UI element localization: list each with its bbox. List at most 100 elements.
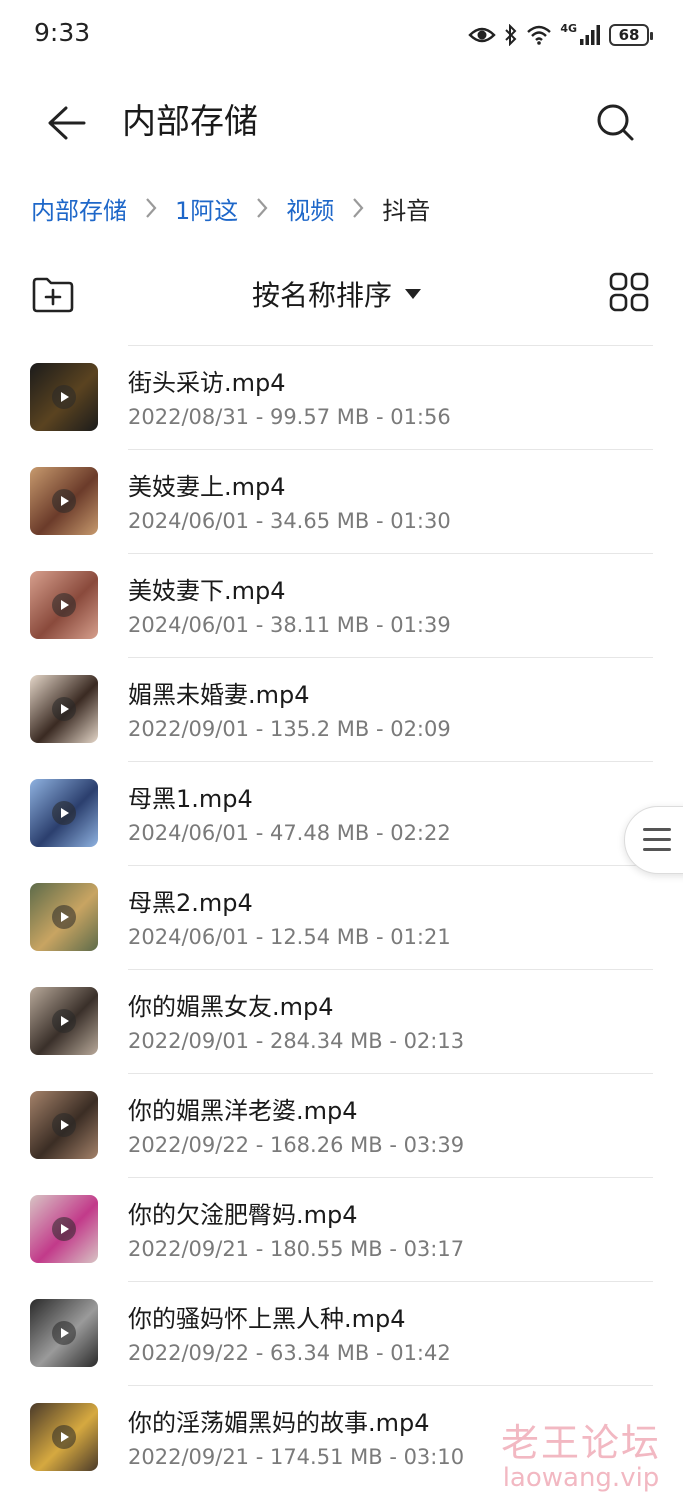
- video-thumbnail: [30, 987, 98, 1055]
- file-meta: 2024/06/01 - 34.65 MB - 01:30: [128, 509, 451, 533]
- file-name: 你的骚妈怀上黑人种.mp4: [128, 1305, 406, 1333]
- watermark-text: 老王论坛: [500, 1421, 661, 1465]
- breadcrumb-item-current: 抖音: [382, 196, 431, 225]
- eye-icon: [468, 27, 497, 43]
- status-bar: 9:33 4G 68: [0, 0, 683, 70]
- battery-level: 68: [618, 26, 640, 44]
- file-name: 美妓妻下.mp4: [128, 577, 286, 605]
- video-thumbnail: [30, 779, 98, 847]
- bluetooth-icon: [505, 24, 517, 46]
- file-meta: 2022/09/22 - 63.34 MB - 01:42: [128, 1341, 451, 1365]
- search-button[interactable]: [591, 98, 641, 148]
- play-icon: [52, 697, 76, 721]
- video-thumbnail: [30, 1299, 98, 1367]
- file-row[interactable]: 你的媚黑洋老婆.mp4 2022/09/22 - 168.26 MB - 03:3…: [0, 1073, 683, 1177]
- file-row[interactable]: 母黑2.mp4 2024/06/01 - 12.54 MB - 01:21: [0, 865, 683, 969]
- file-meta: 2022/09/22 - 168.26 MB - 03:39: [128, 1133, 465, 1157]
- row-divider: [128, 553, 653, 554]
- wifi-icon: [527, 25, 552, 45]
- menu-lines-icon: [643, 828, 671, 858]
- file-name: 街头采访.mp4: [128, 369, 286, 397]
- signal-icon: [580, 25, 600, 45]
- sort-button[interactable]: 按名称排序: [252, 270, 422, 318]
- play-icon: [52, 593, 76, 617]
- side-menu-handle[interactable]: [624, 806, 683, 874]
- battery-icon: 68: [609, 24, 653, 46]
- watermark-url: laowang.vip: [502, 1463, 660, 1493]
- row-divider: [128, 1385, 653, 1386]
- file-meta: 2022/09/21 - 174.51 MB - 03:10: [128, 1445, 465, 1469]
- search-icon: [597, 104, 634, 141]
- play-icon: [52, 1217, 76, 1241]
- file-meta: 2024/06/01 - 12.54 MB - 01:21: [128, 925, 451, 949]
- breadcrumb-item-folder[interactable]: 1阿这: [175, 191, 238, 226]
- row-divider: [128, 865, 653, 866]
- row-divider: [128, 657, 653, 658]
- chevron-right-icon: [344, 186, 372, 230]
- file-meta: 2024/06/01 - 47.48 MB - 02:22: [128, 821, 451, 845]
- row-divider: [128, 1281, 653, 1282]
- file-list: 街头采访.mp4 2022/08/31 - 99.57 MB - 01:56 美妓妻…: [0, 345, 683, 1489]
- file-row[interactable]: 媚黑未婚妻.mp4 2022/09/01 - 135.2 MB - 02:09: [0, 657, 683, 761]
- video-thumbnail: [30, 363, 98, 431]
- play-icon: [52, 1321, 76, 1345]
- video-thumbnail: [30, 467, 98, 535]
- file-meta: 2024/06/01 - 38.11 MB - 01:39: [128, 613, 451, 637]
- row-divider: [128, 969, 653, 970]
- network-label: 4G: [560, 21, 577, 35]
- sort-label: 按名称排序: [252, 279, 393, 312]
- breadcrumb-item-internal-storage[interactable]: 内部存储: [31, 191, 127, 226]
- toolbar: 按名称排序: [0, 262, 683, 326]
- file-meta: 2022/09/21 - 180.55 MB - 03:17: [128, 1237, 465, 1261]
- file-name: 你的欠淦肥臀妈.mp4: [128, 1201, 358, 1229]
- file-row[interactable]: 美妓妻上.mp4 2024/06/01 - 34.65 MB - 01:30: [0, 449, 683, 553]
- row-divider: [128, 449, 653, 450]
- folder-plus-icon: [32, 277, 74, 313]
- play-icon: [52, 489, 76, 513]
- row-divider: [128, 761, 653, 762]
- file-meta: 2022/08/31 - 99.57 MB - 01:56: [128, 405, 451, 429]
- video-thumbnail: [30, 571, 98, 639]
- row-divider: [128, 1177, 653, 1178]
- status-icons: 4G 68: [468, 18, 653, 52]
- chevron-right-icon: [248, 186, 276, 230]
- file-row[interactable]: 你的欠淦肥臀妈.mp4 2022/09/21 - 180.55 MB - 03:1…: [0, 1177, 683, 1281]
- back-button[interactable]: [42, 98, 92, 148]
- breadcrumb: 内部存储 1阿这 视频 抖音: [31, 186, 430, 230]
- file-row[interactable]: 美妓妻下.mp4 2024/06/01 - 38.11 MB - 01:39: [0, 553, 683, 657]
- video-thumbnail: [30, 1091, 98, 1159]
- file-meta: 2022/09/01 - 135.2 MB - 02:09: [128, 717, 451, 741]
- file-row[interactable]: 你的骚妈怀上黑人种.mp4 2022/09/22 - 63.34 MB - 01:…: [0, 1281, 683, 1385]
- play-icon: [52, 1009, 76, 1033]
- file-name: 母黑1.mp4: [128, 785, 253, 813]
- chevron-right-icon: [137, 186, 165, 230]
- play-icon: [52, 385, 76, 409]
- play-icon: [52, 801, 76, 825]
- file-meta: 2022/09/01 - 284.34 MB - 02:13: [128, 1029, 465, 1053]
- row-divider: [128, 345, 653, 346]
- file-name: 你的媚黑洋老婆.mp4: [128, 1097, 358, 1125]
- video-thumbnail: [30, 1195, 98, 1263]
- status-time: 9:33: [34, 18, 91, 47]
- caret-down-icon: [405, 289, 422, 299]
- file-name: 媚黑未婚妻.mp4: [128, 681, 310, 709]
- video-thumbnail: [30, 1403, 98, 1471]
- file-name: 你的媚黑女友.mp4: [128, 993, 334, 1021]
- play-icon: [52, 905, 76, 929]
- breadcrumb-item-video[interactable]: 视频: [286, 191, 334, 226]
- grid-view-button[interactable]: [609, 272, 649, 312]
- file-name: 母黑2.mp4: [128, 889, 253, 917]
- new-folder-button[interactable]: [30, 272, 76, 318]
- page-title: 内部存储: [122, 102, 258, 142]
- title-bar: 内部存储: [0, 80, 683, 164]
- file-row[interactable]: 街头采访.mp4 2022/08/31 - 99.57 MB - 01:56: [0, 345, 683, 449]
- video-thumbnail: [30, 883, 98, 951]
- play-icon: [52, 1113, 76, 1137]
- file-row[interactable]: 你的媚黑女友.mp4 2022/09/01 - 284.34 MB - 02:13: [0, 969, 683, 1073]
- file-row[interactable]: 母黑1.mp4 2024/06/01 - 47.48 MB - 02:22: [0, 761, 683, 865]
- play-icon: [52, 1425, 76, 1449]
- file-name: 你的淫荡媚黑妈的故事.mp4: [128, 1409, 430, 1437]
- file-name: 美妓妻上.mp4: [128, 473, 286, 501]
- arrow-left-icon: [48, 106, 86, 140]
- watermark: 老王论坛 laowang.vip: [496, 1412, 666, 1493]
